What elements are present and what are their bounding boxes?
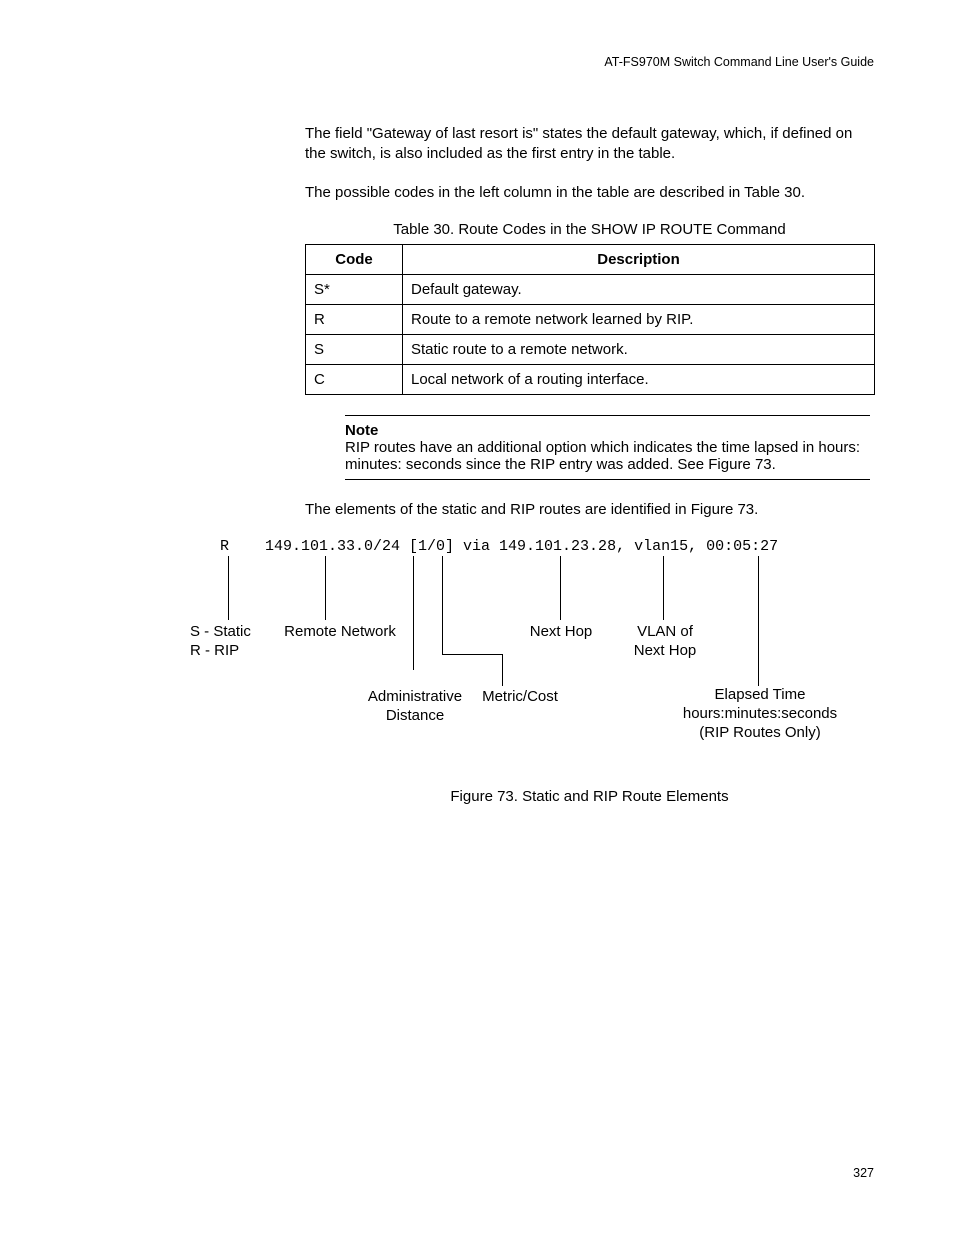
- table-row: C Local network of a routing interface.: [306, 364, 875, 394]
- desc-cell: Default gateway.: [403, 274, 875, 304]
- label-vlan-next-hop: VLAN of Next Hop: [630, 623, 700, 661]
- callout-line: [228, 556, 229, 620]
- callout-line: [502, 654, 503, 686]
- callout-line: [758, 556, 759, 686]
- code-cell: S: [306, 334, 403, 364]
- note-box: Note RIP routes have an additional optio…: [345, 415, 870, 480]
- paragraph-gateway: The field "Gateway of last resort is" st…: [305, 124, 874, 165]
- label-remote-network: Remote Network: [278, 623, 402, 642]
- label-elapsed-time: Elapsed Time hours:minutes:seconds (RIP …: [665, 686, 855, 742]
- desc-cell: Static route to a remote network.: [403, 334, 875, 364]
- route-codes-table: Code Description S* Default gateway. R R…: [305, 244, 875, 395]
- paragraph-figure-intro: The elements of the static and RIP route…: [305, 500, 874, 520]
- callout-line: [663, 556, 664, 620]
- callout-line: [442, 556, 443, 654]
- desc-cell: Route to a remote network learned by RIP…: [403, 304, 875, 334]
- label-metric-cost: Metric/Cost: [475, 688, 565, 707]
- label-next-hop: Next Hop: [526, 623, 596, 642]
- note-body: RIP routes have an additional option whi…: [345, 439, 860, 473]
- figure-caption: Figure 73. Static and RIP Route Elements: [305, 788, 874, 805]
- code-cell: R: [306, 304, 403, 334]
- label-static-rip: S - Static R - RIP: [190, 623, 280, 661]
- label-admin-distance: Administrative Distance: [360, 688, 470, 726]
- route-example-line: R 149.101.33.0/24 [1/0] via 149.101.23.2…: [220, 538, 778, 555]
- page-header: AT-FS970M Switch Command Line User's Gui…: [80, 55, 874, 69]
- table-row: S Static route to a remote network.: [306, 334, 875, 364]
- callout-line: [325, 556, 326, 620]
- callout-line: [442, 654, 502, 655]
- desc-cell: Local network of a routing interface.: [403, 364, 875, 394]
- page-number: 327: [853, 1166, 874, 1180]
- table-row: S* Default gateway.: [306, 274, 875, 304]
- table-header-code: Code: [306, 244, 403, 274]
- figure-route-elements: R 149.101.33.0/24 [1/0] via 149.101.23.2…: [190, 538, 890, 768]
- callout-line: [560, 556, 561, 620]
- table-caption: Table 30. Route Codes in the SHOW IP ROU…: [305, 221, 874, 238]
- paragraph-codes-intro: The possible codes in the left column in…: [305, 183, 874, 203]
- callout-line: [413, 556, 414, 670]
- note-title: Note: [345, 422, 378, 439]
- code-cell: C: [306, 364, 403, 394]
- table-header-description: Description: [403, 244, 875, 274]
- code-cell: S*: [306, 274, 403, 304]
- table-row: R Route to a remote network learned by R…: [306, 304, 875, 334]
